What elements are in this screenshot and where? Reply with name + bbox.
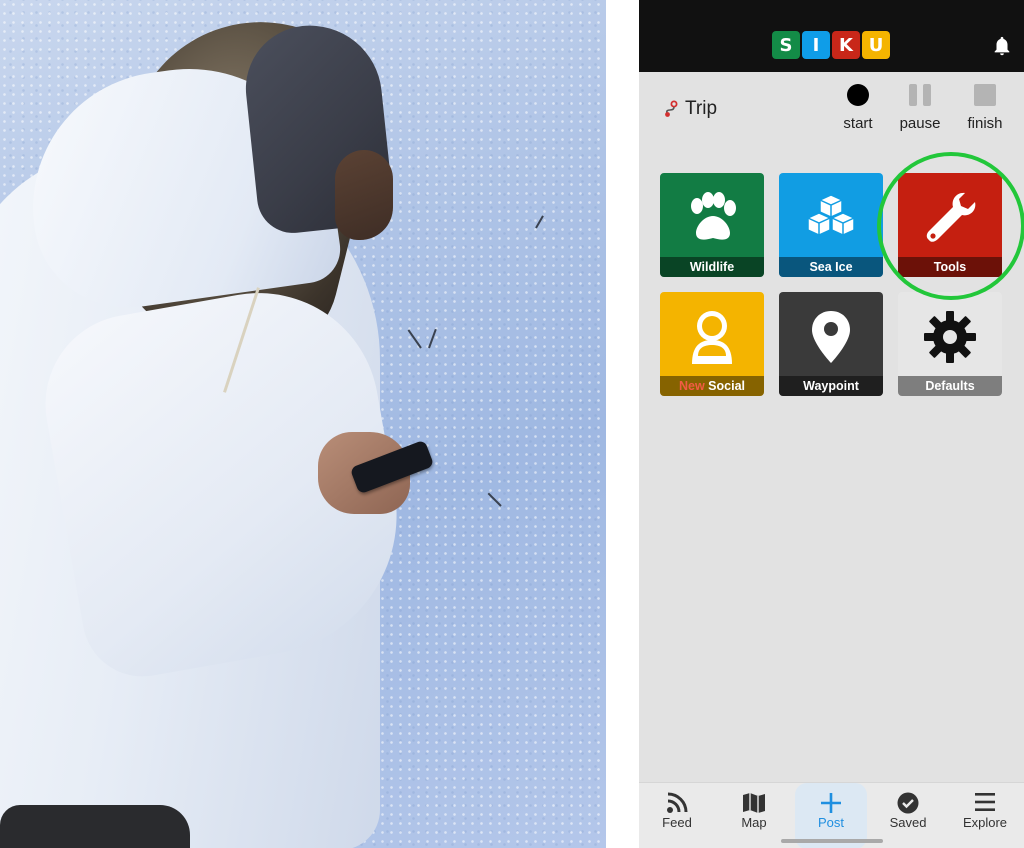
nav-label: Saved (889, 815, 927, 830)
nav-explore[interactable]: Explore (949, 783, 1021, 848)
start-label: start (843, 115, 873, 132)
pause-icon (909, 84, 931, 106)
nav-label: Explore (962, 815, 1008, 830)
paw-icon (691, 192, 736, 240)
stop-icon (974, 84, 996, 106)
siku-app-screen: SIKU Trip start pause finish Wildlife Se… (639, 0, 1024, 848)
nav-label: Feed (662, 815, 692, 830)
logo-letter: I (802, 31, 830, 59)
trip-finish-button[interactable]: finish (953, 84, 1017, 132)
wrench-icon (926, 192, 976, 242)
nav-label: Map (741, 815, 767, 830)
menu-icon (975, 793, 995, 811)
tile-label: Defaults (898, 376, 1002, 396)
siku-logo: SIKU (772, 31, 890, 59)
dark-pants (0, 805, 190, 848)
gear-icon (924, 311, 976, 363)
tile-defaults[interactable]: Defaults (898, 292, 1002, 396)
new-badge: New (678, 379, 705, 393)
tile-sea-ice[interactable]: Sea Ice (779, 173, 883, 277)
rss-icon (667, 792, 688, 813)
ice-blocks-icon (807, 194, 855, 236)
map-pin-icon (812, 311, 850, 363)
trip-pause-button[interactable]: pause (888, 84, 952, 132)
bell-icon[interactable] (991, 34, 1013, 58)
tile-label: Sea Ice (779, 257, 883, 277)
logo-letter: S (772, 31, 800, 59)
logo-letter: U (862, 31, 890, 59)
social-label: Social (708, 379, 745, 393)
logo-letter: K (832, 31, 860, 59)
social-person-icon (692, 311, 732, 364)
tile-wildlife[interactable]: Wildlife (660, 173, 764, 277)
trip-label: Trip (685, 98, 718, 119)
trip-start-button[interactable]: start (826, 84, 890, 132)
finish-label: finish (967, 115, 1003, 132)
tile-tools[interactable]: Tools (898, 173, 1002, 277)
tile-label: Tools (898, 257, 1002, 277)
photo-person-in-parka-on-snow (0, 0, 606, 848)
record-icon (847, 84, 869, 106)
nav-feed[interactable]: Feed (641, 783, 713, 848)
nav-map[interactable]: Map (718, 783, 790, 848)
top-app-bar: SIKU (639, 0, 1024, 72)
tile-label: Waypoint (779, 376, 883, 396)
plus-icon (821, 793, 841, 813)
route-icon (665, 100, 678, 117)
tile-label: Wildlife (660, 257, 764, 277)
trip-section: Trip (663, 98, 717, 120)
nav-label: Post (817, 815, 844, 830)
home-indicator (781, 839, 883, 843)
nav-saved[interactable]: Saved (872, 783, 944, 848)
pause-label: pause (899, 115, 941, 132)
face (335, 150, 393, 240)
map-icon (743, 793, 765, 813)
tile-label: New Social (660, 376, 764, 396)
tile-social[interactable]: New Social (660, 292, 764, 396)
tile-waypoint[interactable]: Waypoint (779, 292, 883, 396)
check-circle-icon (897, 792, 919, 814)
